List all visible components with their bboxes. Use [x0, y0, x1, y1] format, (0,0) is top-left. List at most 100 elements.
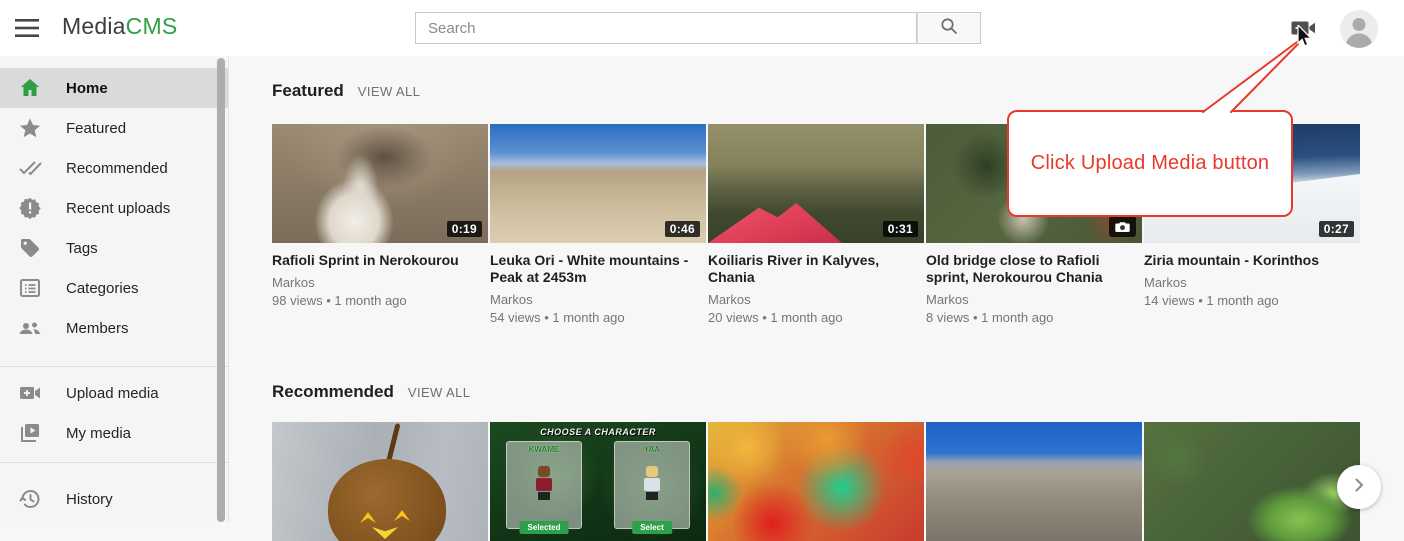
top-header: MediaCMS [0, 0, 1404, 56]
sidebar-item-upload-media[interactable]: Upload media [0, 373, 228, 413]
sidebar-label: Categories [66, 280, 139, 297]
search-button[interactable] [917, 12, 981, 44]
video-meta: 98 views • 1 month ago [272, 293, 488, 308]
duration-badge: 0:31 [883, 221, 918, 237]
mediacms-app: MediaCMS Home Featured [0, 0, 1404, 522]
sidebar-label: Tags [66, 240, 98, 257]
search-bar [415, 12, 981, 44]
video-title[interactable]: Koiliaris River in Kalyves, Chania [708, 252, 924, 286]
sidebar-scrollbar[interactable] [217, 58, 225, 522]
video-thumbnail-abstract-colors[interactable] [708, 422, 924, 541]
video-author[interactable]: Markos [1144, 275, 1360, 290]
my-media-icon [18, 421, 42, 445]
sidebar-label: Members [66, 320, 129, 337]
sidebar-item-my-media[interactable]: My media [0, 413, 228, 453]
upload-media-icon [18, 381, 42, 405]
thumbnail-art: YAA Select [614, 441, 690, 529]
media-card: 0:46 Leuka Ori - White mountains - Peak … [490, 124, 706, 325]
thumbnail-art [328, 459, 446, 541]
sidebar-label: My media [66, 425, 131, 442]
video-thumbnail-river-kayak[interactable]: 0:31 [708, 124, 924, 243]
search-icon [940, 17, 958, 40]
duration-badge: 0:19 [447, 221, 482, 237]
sidebar-label: History [66, 491, 113, 508]
sidebar-label: Featured [66, 120, 126, 137]
sidebar-item-categories[interactable]: Categories [0, 268, 228, 308]
video-title[interactable]: Leuka Ori - White mountains - Peak at 24… [490, 252, 706, 286]
video-title[interactable]: Ziria mountain - Korinthos [1144, 252, 1360, 269]
featured-section-header: Featured VIEW ALL [272, 81, 420, 101]
video-author[interactable]: Markos [708, 292, 924, 307]
media-card [272, 422, 488, 541]
recommended-section-header: Recommended VIEW ALL [272, 382, 470, 402]
media-card: CHOOSE A CHARACTER KWAME Selected YAA Se… [490, 422, 706, 541]
chevron-right-icon [1350, 476, 1368, 499]
sidebar-item-history[interactable]: History [0, 479, 228, 519]
sidebar-item-home[interactable]: Home [0, 68, 228, 108]
video-author[interactable]: Markos [272, 275, 488, 290]
sidebar: Home Featured Recommended Recent uploads… [0, 56, 229, 522]
video-title[interactable]: Rafioli Sprint in Nerokourou [272, 252, 488, 269]
sidebar-item-recommended[interactable]: Recommended [0, 148, 228, 188]
sidebar-item-recent-uploads[interactable]: Recent uploads [0, 188, 228, 228]
video-meta: 20 views • 1 month ago [708, 310, 924, 325]
sidebar-item-tags[interactable]: Tags [0, 228, 228, 268]
thumbnail-text-button: Select [632, 521, 672, 534]
video-thumbnail-green-leaves[interactable] [1144, 422, 1360, 541]
search-input[interactable] [415, 12, 917, 44]
annotation-text: Click Upload Media button [1031, 152, 1269, 175]
video-thumbnail-rocky-mountain[interactable] [926, 422, 1142, 541]
sidebar-divider [0, 462, 228, 463]
sidebar-item-members[interactable]: Members [0, 308, 228, 348]
video-meta: 8 views • 1 month ago [926, 310, 1142, 325]
menu-icon[interactable] [14, 16, 40, 40]
media-card [708, 422, 924, 541]
sidebar-label: Recommended [66, 160, 168, 177]
sidebar-item-featured[interactable]: Featured [0, 108, 228, 148]
home-icon [18, 76, 42, 100]
media-card [1144, 422, 1360, 541]
video-meta: 54 views • 1 month ago [490, 310, 706, 325]
history-icon [18, 487, 42, 511]
members-icon [18, 316, 42, 340]
video-thumbnail-pumpkin-craft[interactable] [272, 422, 488, 541]
media-card [926, 422, 1142, 541]
recommended-title: Recommended [272, 382, 394, 402]
recommended-view-all-link[interactable]: VIEW ALL [408, 385, 470, 400]
video-author[interactable]: Markos [490, 292, 706, 307]
logo-text-cms: CMS [126, 13, 178, 39]
thumbnail-text-button: Selected [520, 521, 569, 534]
thumbnail-art [643, 466, 661, 500]
star-icon [18, 116, 42, 140]
video-thumbnail-game-choose-character[interactable]: CHOOSE A CHARACTER KWAME Selected YAA Se… [490, 422, 706, 541]
categories-icon [18, 276, 42, 300]
thumbnail-text-name: KWAME [507, 445, 581, 454]
logo-text-media: Media [62, 13, 126, 39]
thumbnail-art [535, 466, 553, 500]
thumbnail-text-heading: CHOOSE A CHARACTER [490, 427, 706, 437]
video-meta: 14 views • 1 month ago [1144, 293, 1360, 308]
video-author[interactable]: Markos [926, 292, 1142, 307]
sidebar-label: Recent uploads [66, 200, 170, 217]
duration-badge: 0:27 [1319, 221, 1354, 237]
annotation-tooltip: Click Upload Media button [1007, 110, 1293, 217]
tag-icon [18, 236, 42, 260]
thumbnail-art [708, 186, 842, 243]
user-avatar[interactable] [1340, 10, 1378, 48]
media-card: 0:19 Rafioli Sprint in Nerokourou Markos… [272, 124, 488, 325]
featured-view-all-link[interactable]: VIEW ALL [358, 84, 420, 99]
video-thumbnail-desert-mountains[interactable]: 0:46 [490, 124, 706, 243]
recommended-cards-row: CHOOSE A CHARACTER KWAME Selected YAA Se… [272, 422, 1360, 541]
sidebar-label: Home [66, 80, 108, 97]
carousel-next-button[interactable] [1337, 465, 1381, 509]
duration-badge: 0:46 [665, 221, 700, 237]
sidebar-label: Upload media [66, 385, 159, 402]
thumbnail-art: KWAME Selected [506, 441, 582, 529]
video-title[interactable]: Old bridge close to Rafioli sprint, Nero… [926, 252, 1142, 286]
upload-media-icon[interactable] [1291, 16, 1317, 40]
thumbnail-text-name: YAA [615, 445, 689, 454]
sidebar-divider [0, 366, 228, 367]
mediacms-logo[interactable]: MediaCMS [62, 13, 177, 40]
video-thumbnail-stone-fountain[interactable]: 0:19 [272, 124, 488, 243]
media-card: 0:31 Koiliaris River in Kalyves, Chania … [708, 124, 924, 325]
